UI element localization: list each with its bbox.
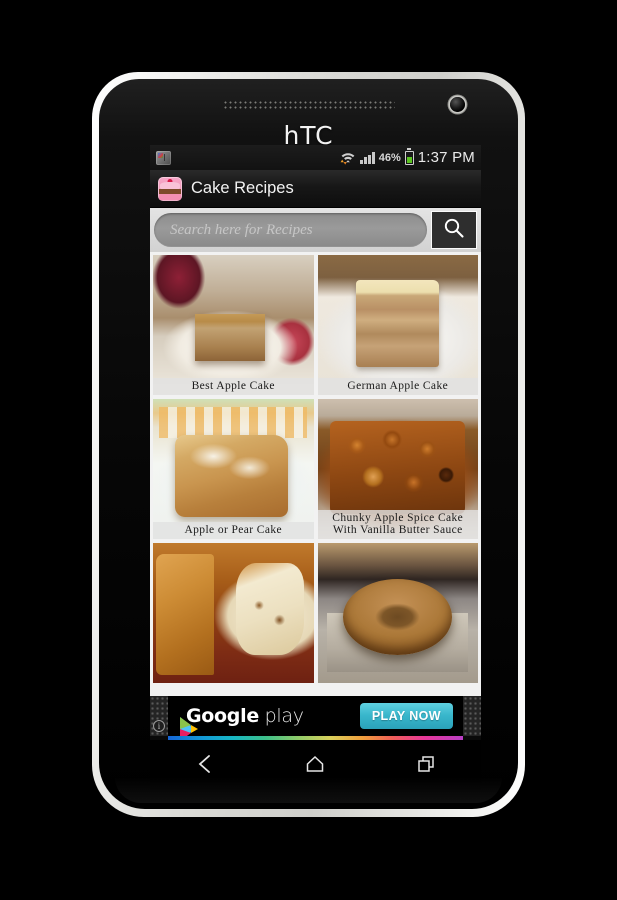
- recipe-caption: German Apple Cake: [317, 378, 478, 395]
- status-bar-notifications: [156, 150, 171, 165]
- recipe-card-best-apple-cake[interactable]: Best Apple Cake: [153, 255, 314, 395]
- chevron-left-icon: [195, 753, 215, 780]
- recipe-photo: [317, 255, 478, 395]
- recipe-caption: Apple or Pear Cake: [153, 522, 314, 539]
- search-button[interactable]: [431, 211, 477, 249]
- recipe-photo: [317, 543, 478, 683]
- recent-apps-icon: [415, 753, 437, 780]
- cell-signal-icon: [360, 151, 375, 164]
- recipe-caption: Chunky Apple Spice Cake With Vanilla But…: [317, 509, 478, 539]
- cake-app-icon[interactable]: [158, 176, 182, 201]
- recipe-photo: [153, 255, 314, 395]
- ad-brand-light: play: [258, 705, 304, 727]
- search-bar: [150, 208, 481, 252]
- earpiece-speaker-icon: [222, 100, 395, 109]
- recipe-grid: Best Apple Cake German Apple Cake Apple …: [150, 252, 481, 696]
- recipe-card-bundt-cake[interactable]: [317, 543, 478, 683]
- recipe-caption: Best Apple Cake: [153, 378, 314, 395]
- battery-icon: [404, 150, 414, 165]
- ad-content[interactable]: Google play PLAY NOW: [168, 696, 463, 740]
- recipe-card-apple-or-pear-cake[interactable]: Apple or Pear Cake: [153, 399, 314, 539]
- recipe-photo: [153, 399, 314, 539]
- ad-info-icon[interactable]: i: [153, 720, 165, 732]
- app-notification-icon: [156, 150, 171, 165]
- status-bar-clock: 1:37 PM: [417, 149, 475, 166]
- status-bar: 46% 1:37 PM: [150, 145, 481, 170]
- app-action-bar: Cake Recipes: [150, 170, 481, 208]
- wifi-icon: [340, 150, 356, 165]
- phone-screen: 46% 1:37 PM Cake Recipes Search here for…: [150, 145, 481, 740]
- ad-texture-right: [463, 696, 481, 736]
- recipe-photo: [153, 543, 314, 683]
- recipe-card-cinnamon-swirl-cake[interactable]: [153, 543, 314, 683]
- home-icon: [304, 753, 326, 780]
- page-title: Cake Recipes: [191, 179, 294, 197]
- phone-device: hTC 46% 1:37 PM Cake Recipes Search here…: [92, 72, 525, 817]
- search-icon: [443, 217, 465, 244]
- phone-bottom-chin: [115, 777, 502, 803]
- status-bar-system-icons: 46% 1:37 PM: [340, 149, 475, 166]
- battery-percent-label: 46%: [378, 151, 401, 164]
- recipe-card-chunky-apple-spice-cake[interactable]: Chunky Apple Spice Cake With Vanilla But…: [317, 399, 478, 539]
- front-camera-icon: [450, 97, 465, 112]
- ad-brand-label: Google play: [186, 705, 304, 727]
- google-play-ad-banner[interactable]: Google play PLAY NOW i: [150, 696, 481, 740]
- search-input[interactable]: [154, 213, 427, 247]
- recipe-card-german-apple-cake[interactable]: German Apple Cake: [317, 255, 478, 395]
- phone-front-panel: hTC 46% 1:37 PM Cake Recipes Search here…: [99, 79, 518, 809]
- play-now-button[interactable]: PLAY NOW: [359, 703, 453, 729]
